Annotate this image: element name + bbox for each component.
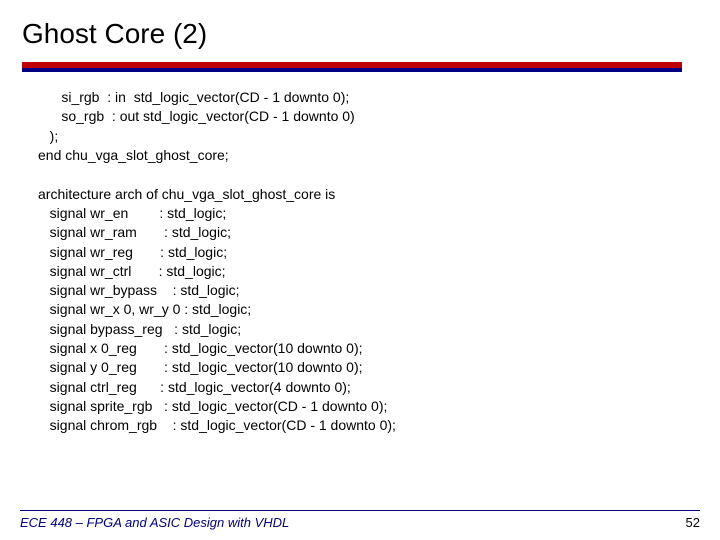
code-content: si_rgb : in std_logic_vector(CD - 1 down… [20, 88, 700, 436]
page-number: 52 [686, 515, 700, 530]
footer-course: ECE 448 – FPGA and ASIC Design with VHDL [20, 515, 289, 530]
slide-title: Ghost Core (2) [20, 18, 700, 50]
title-underline [22, 62, 682, 72]
footer: ECE 448 – FPGA and ASIC Design with VHDL… [20, 510, 700, 530]
slide: Ghost Core (2) si_rgb : in std_logic_vec… [0, 0, 720, 540]
underline-blue [22, 68, 682, 72]
